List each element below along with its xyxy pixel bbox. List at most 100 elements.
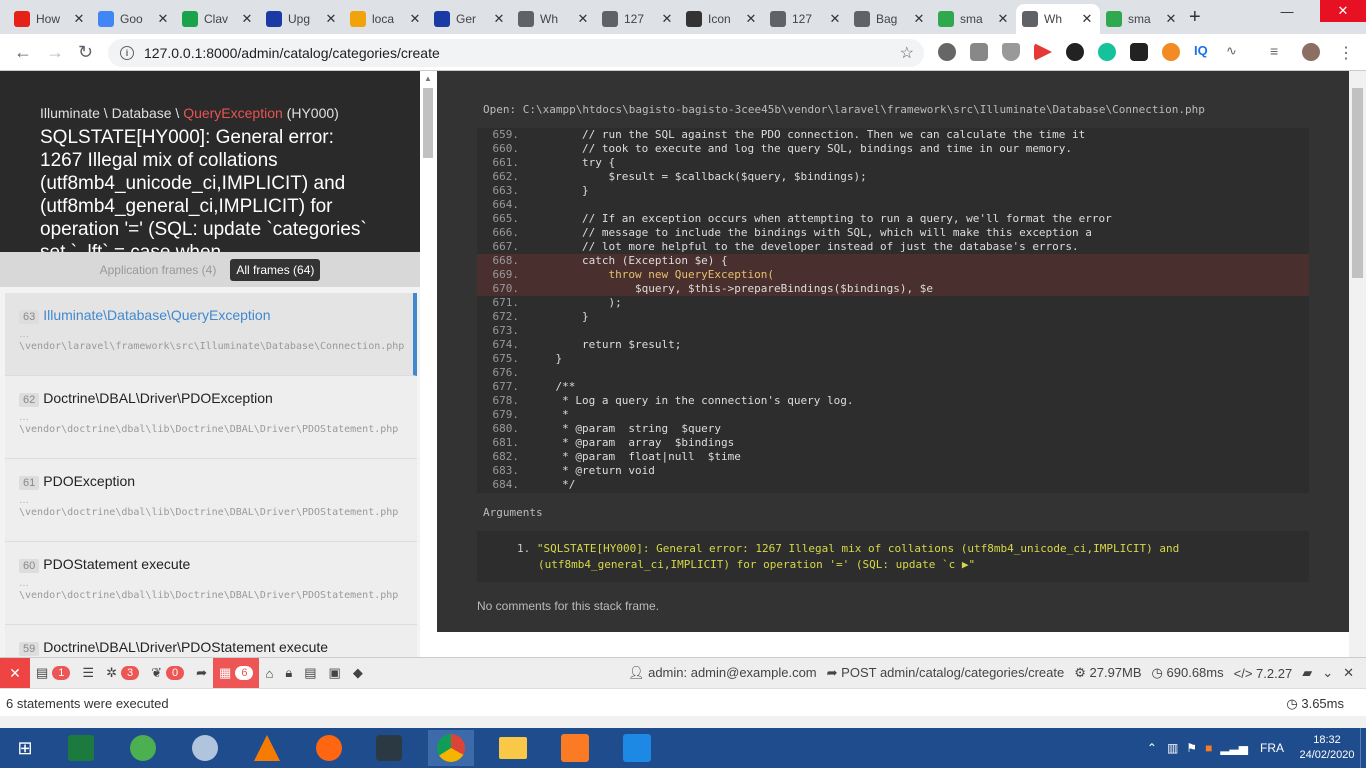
close-tab-icon[interactable]: ✕ bbox=[828, 11, 842, 27]
browser-tab[interactable]: 127 ✕ bbox=[596, 4, 680, 34]
camera-icon[interactable] bbox=[970, 43, 988, 61]
browser-tab[interactable]: 127 ✕ bbox=[764, 4, 848, 34]
extension-icon[interactable] bbox=[1162, 43, 1180, 61]
timeline-tab[interactable]: ☰ bbox=[76, 658, 100, 688]
gate-tab[interactable]: ▤ bbox=[298, 658, 322, 688]
close-tab-icon[interactable]: ✕ bbox=[240, 11, 254, 27]
exceptions-tab[interactable]: ✲ 3 bbox=[100, 658, 145, 688]
scroll-up-arrow-icon[interactable]: ▲ bbox=[424, 74, 432, 83]
close-tab-icon[interactable]: ✕ bbox=[912, 11, 926, 27]
tray-expand-icon[interactable]: ⌃ bbox=[1147, 741, 1157, 755]
flag-icon[interactable]: ⚑ bbox=[1186, 741, 1197, 755]
close-tab-icon[interactable]: ✕ bbox=[1080, 11, 1094, 27]
shield-icon[interactable] bbox=[1002, 43, 1020, 61]
stack-frame[interactable]: 61 PDOException … \vendor\doctrine\dbal\lib… bbox=[5, 459, 417, 542]
browser-tab[interactable]: Goo ✕ bbox=[92, 4, 176, 34]
queries-tab[interactable]: ▦ 6 bbox=[213, 658, 260, 688]
close-tab-icon[interactable]: ✕ bbox=[492, 11, 506, 27]
media-list-icon[interactable]: ≡ bbox=[1270, 43, 1288, 61]
auth-tab[interactable]: 🔒︎ bbox=[279, 658, 298, 688]
extension-icon[interactable] bbox=[938, 43, 956, 61]
stack-frame[interactable]: 62 Doctrine\DBAL\Driver\PDOException … \ven… bbox=[5, 376, 417, 459]
play-icon[interactable] bbox=[1034, 43, 1052, 61]
close-tab-icon[interactable]: ✕ bbox=[744, 11, 758, 27]
menu-dots-icon[interactable]: ⋮ bbox=[1338, 43, 1356, 62]
stack-frame[interactable]: 60 PDOStatement execute … \vendor\doctrine\… bbox=[5, 542, 417, 625]
vscode-icon[interactable] bbox=[614, 730, 660, 766]
browser-tab[interactable]: sma ✕ bbox=[1100, 4, 1184, 34]
paint-icon[interactable] bbox=[182, 730, 228, 766]
vlc-icon[interactable] bbox=[244, 730, 290, 766]
close-tab-icon[interactable]: ✕ bbox=[1164, 11, 1178, 27]
session-tab[interactable]: ▣ bbox=[323, 658, 347, 688]
browser-tab[interactable]: How ✕ bbox=[8, 4, 92, 34]
network-icon[interactable]: ▥ bbox=[1167, 741, 1178, 755]
minimize-icon[interactable]: — bbox=[1264, 0, 1310, 22]
clock[interactable]: 18:32 24/02/2020 bbox=[1294, 733, 1360, 763]
chrome-icon[interactable] bbox=[428, 730, 474, 766]
internet-download-icon[interactable] bbox=[120, 730, 166, 766]
xampp-tray-icon[interactable]: ■ bbox=[1205, 741, 1212, 755]
horizontal-scrollbar[interactable] bbox=[0, 716, 1366, 728]
debugbar-logo-icon[interactable]: ✕ bbox=[0, 658, 30, 688]
firefox-icon[interactable] bbox=[306, 730, 352, 766]
left-panel-scrollbar[interactable]: ▲ bbox=[420, 71, 436, 657]
xampp-icon[interactable] bbox=[552, 730, 598, 766]
show-desktop[interactable] bbox=[1360, 728, 1366, 768]
back-icon[interactable]: ← bbox=[14, 42, 32, 63]
language-indicator[interactable]: FRA bbox=[1260, 741, 1284, 755]
argument-value-line2[interactable]: (utf8mb4_general_ci,IMPLICIT) for operat… bbox=[517, 557, 1269, 573]
forward-icon[interactable]: → bbox=[46, 42, 64, 63]
address-bar[interactable]: i 127.0.0.1:8000/admin/catalog/categorie… bbox=[108, 39, 924, 67]
stack-frame[interactable]: 63 Illuminate\Database\QueryException … \ve… bbox=[5, 293, 417, 376]
site-info-icon[interactable]: i bbox=[120, 46, 134, 60]
browser-tab[interactable]: Clav ✕ bbox=[176, 4, 260, 34]
scrollbar-thumb[interactable] bbox=[423, 88, 433, 158]
reload-icon[interactable]: ↻ bbox=[78, 42, 93, 63]
extension-icon[interactable] bbox=[1130, 43, 1148, 61]
grammarly-icon[interactable] bbox=[1098, 43, 1116, 61]
close-tab-icon[interactable]: ✕ bbox=[996, 11, 1010, 27]
iq-icon[interactable]: IQ bbox=[1194, 43, 1212, 61]
kodi-icon[interactable] bbox=[366, 730, 412, 766]
extension-icon[interactable] bbox=[1066, 43, 1084, 61]
stack-frame[interactable]: 59 Doctrine\DBAL\Driver\PDOStatement exec… bbox=[5, 625, 417, 657]
argument-value-line1[interactable]: "SQLSTATE[HY000]: General error: 1267 Il… bbox=[537, 542, 1179, 555]
close-window-icon[interactable]: ✕ bbox=[1320, 0, 1366, 22]
browser-tab[interactable]: Wh ✕ bbox=[512, 4, 596, 34]
close-tab-icon[interactable]: ✕ bbox=[408, 11, 422, 27]
avatar[interactable] bbox=[1302, 43, 1320, 61]
browser-tab[interactable]: Wh ✕ bbox=[1016, 4, 1100, 34]
chevron-down-icon[interactable]: ⌄ bbox=[1322, 665, 1333, 681]
windows-start-icon[interactable]: ⊞ bbox=[2, 730, 48, 766]
pulse-icon[interactable]: ∿ bbox=[1226, 43, 1244, 61]
folder-open-icon[interactable]: ▰ bbox=[1302, 665, 1312, 681]
messages-tab[interactable]: ▤ 1 bbox=[30, 658, 76, 688]
page-scrollbar[interactable] bbox=[1349, 71, 1366, 657]
browser-tab[interactable]: Upg ✕ bbox=[260, 4, 344, 34]
close-tab-icon[interactable]: ✕ bbox=[576, 11, 590, 27]
browser-tab[interactable]: Ger ✕ bbox=[428, 4, 512, 34]
tab-application-frames[interactable]: Application frames (4) bbox=[100, 263, 217, 277]
close-tab-icon[interactable]: ✕ bbox=[156, 11, 170, 27]
close-tab-icon[interactable]: ✕ bbox=[324, 11, 338, 27]
request-tab[interactable]: ◆ bbox=[347, 658, 369, 688]
browser-tab[interactable]: sma ✕ bbox=[932, 4, 1016, 34]
page-scrollbar-thumb[interactable] bbox=[1352, 88, 1363, 278]
browser-tab[interactable]: Bag ✕ bbox=[848, 4, 932, 34]
new-tab-icon[interactable]: + bbox=[1189, 6, 1201, 29]
excel-icon[interactable] bbox=[58, 730, 104, 766]
open-file-path[interactable]: Open: C:\xampp\htdocs\bagisto-bagisto-3c… bbox=[483, 103, 1205, 116]
route-tab[interactable]: ➦ bbox=[190, 658, 213, 688]
mail-tab[interactable]: ⌂ bbox=[259, 658, 279, 688]
browser-tab[interactable]: Icon ✕ bbox=[680, 4, 764, 34]
signal-icon[interactable]: ▂▃▅ bbox=[1220, 741, 1248, 755]
browser-tab[interactable]: loca ✕ bbox=[344, 4, 428, 34]
close-tab-icon[interactable]: ✕ bbox=[660, 11, 674, 27]
close-icon[interactable]: ✕ bbox=[1343, 665, 1354, 681]
tab-all-frames[interactable]: All frames (64) bbox=[230, 258, 321, 281]
file-explorer-icon[interactable] bbox=[490, 730, 536, 766]
close-tab-icon[interactable]: ✕ bbox=[72, 11, 86, 27]
views-tab[interactable]: ❦ 0 bbox=[145, 658, 190, 688]
bookmark-star-icon[interactable]: ☆ bbox=[900, 43, 914, 63]
